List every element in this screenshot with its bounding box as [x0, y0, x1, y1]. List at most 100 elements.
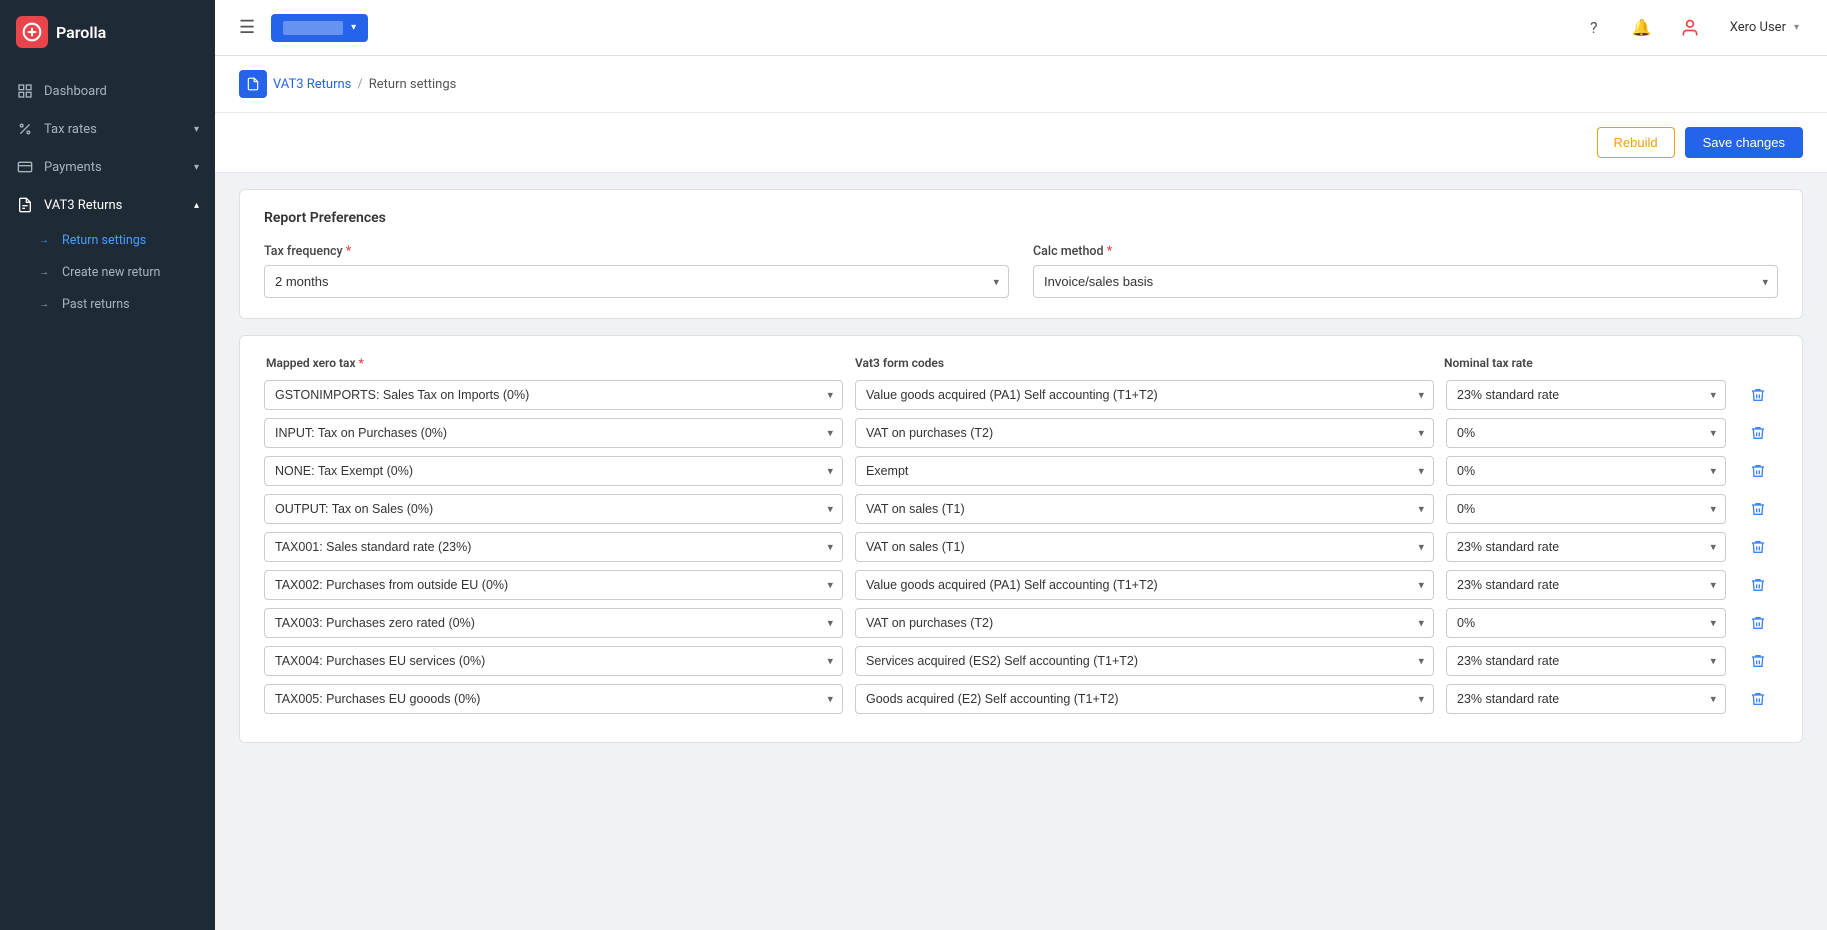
bell-icon: 🔔: [1632, 18, 1652, 37]
nominal-tax-rate-select-1[interactable]: 0% 23% standard rate: [1446, 418, 1726, 448]
report-preferences-title: Report Preferences: [264, 210, 1778, 226]
arrow-right-icon: →: [36, 296, 52, 312]
nominal-tax-rate-select-6[interactable]: 0% 23% standard rate: [1446, 608, 1726, 638]
delete-row-2-button[interactable]: [1738, 459, 1778, 483]
nominal-tax-rate-select-3[interactable]: 0% 23% standard rate: [1446, 494, 1726, 524]
required-indicator: *: [359, 356, 364, 370]
mapped-xero-tax-select-8[interactable]: TAX005: Purchases EU gooods (0%): [264, 684, 843, 714]
breadcrumb: VAT3 Returns / Return settings: [215, 56, 1827, 113]
org-selector-button[interactable]: ▾: [271, 14, 368, 42]
rebuild-button[interactable]: Rebuild: [1597, 127, 1675, 158]
col-header-nominal-tax-rate: Nominal tax rate: [1444, 356, 1724, 370]
mapped-xero-tax-select-1[interactable]: INPUT: Tax on Purchases (0%): [264, 418, 843, 448]
delete-row-8-button[interactable]: [1738, 687, 1778, 711]
nominal-tax-rate-select-wrapper-0: 23% standard rate 0% ▾: [1446, 380, 1726, 410]
nominal-tax-rate-select-5[interactable]: 23% standard rate 0%: [1446, 570, 1726, 600]
sidebar-item-payments[interactable]: Payments ▾: [0, 148, 215, 186]
table-row: NONE: Tax Exempt (0%) ▾ Exempt ▾ 0% 23% …: [264, 456, 1778, 486]
vat3-form-codes-select-4[interactable]: VAT on sales (T1): [855, 532, 1434, 562]
arrow-right-icon: →: [36, 232, 52, 248]
sidebar-item-label: Dashboard: [44, 84, 107, 99]
logo-icon: [16, 16, 48, 48]
notifications-button[interactable]: 🔔: [1626, 12, 1658, 44]
page-content: VAT3 Returns / Return settings Rebuild S…: [215, 56, 1827, 930]
mapped-xero-tax-select-wrapper-0: GSTONIMPORTS: Sales Tax on Imports (0%) …: [264, 380, 843, 410]
vat3-form-codes-select-0[interactable]: Value goods acquired (PA1) Self accounti…: [855, 380, 1434, 410]
breadcrumb-parent-link[interactable]: VAT3 Returns: [273, 77, 351, 92]
topbar: ☰ ▾ ? 🔔 Xero User ▾: [215, 0, 1827, 56]
vat3-form-codes-select-1[interactable]: VAT on purchases (T2): [855, 418, 1434, 448]
sidebar-item-past-returns[interactable]: → Past returns: [0, 288, 215, 320]
mapped-xero-tax-select-4[interactable]: TAX001: Sales standard rate (23%): [264, 532, 843, 562]
sidebar-item-dashboard[interactable]: Dashboard: [0, 72, 215, 110]
delete-row-5-button[interactable]: [1738, 573, 1778, 597]
sidebar-sub-item-label: Return settings: [62, 233, 146, 248]
breadcrumb-current: Return settings: [369, 77, 457, 92]
vat3-form-codes-select-3[interactable]: VAT on sales (T1): [855, 494, 1434, 524]
vat3-form-codes-select-6[interactable]: VAT on purchases (T2): [855, 608, 1434, 638]
help-icon: ?: [1590, 18, 1598, 37]
sidebar-sub-item-label: Past returns: [62, 297, 130, 312]
calc-method-group: Calc method * Invoice/sales basis Cash b…: [1033, 244, 1778, 298]
user-name: Xero User: [1730, 20, 1786, 35]
delete-row-3-button[interactable]: [1738, 497, 1778, 521]
calc-method-select[interactable]: Invoice/sales basis Cash basis: [1033, 265, 1778, 298]
vat3-form-codes-select-wrapper-0: Value goods acquired (PA1) Self accounti…: [855, 380, 1434, 410]
delete-row-0-button[interactable]: [1738, 383, 1778, 407]
main-content: ☰ ▾ ? 🔔 Xero User ▾: [215, 0, 1827, 930]
percent-icon: [16, 120, 34, 138]
nominal-tax-rate-select-4[interactable]: 23% standard rate 0%: [1446, 532, 1726, 562]
col-header-vat3-form-codes: Vat3 form codes: [855, 356, 1432, 370]
col-header-mapped-xero-tax: Mapped xero tax *: [266, 356, 843, 370]
topbar-right: ? 🔔 Xero User ▾: [1578, 12, 1807, 44]
table-row: INPUT: Tax on Purchases (0%) ▾ VAT on pu…: [264, 418, 1778, 448]
vat3-form-codes-select-8[interactable]: Goods acquired (E2) Self accounting (T1+…: [855, 684, 1434, 714]
arrow-right-icon: →: [36, 264, 52, 280]
required-indicator: *: [346, 244, 352, 259]
sidebar-item-return-settings[interactable]: → Return settings: [0, 224, 215, 256]
vat3-form-codes-select-2[interactable]: Exempt: [855, 456, 1434, 486]
app-logo: Parolla: [0, 0, 215, 64]
grid-icon: [16, 82, 34, 100]
mapped-xero-tax-select-5[interactable]: TAX002: Purchases from outside EU (0%): [264, 570, 843, 600]
sidebar-item-create-new-return[interactable]: → Create new return: [0, 256, 215, 288]
mapped-xero-tax-select-2[interactable]: NONE: Tax Exempt (0%): [264, 456, 843, 486]
table-row: TAX003: Purchases zero rated (0%) ▾ VAT …: [264, 608, 1778, 638]
org-name: [283, 21, 343, 35]
mapped-xero-tax-select-3[interactable]: OUTPUT: Tax on Sales (0%): [264, 494, 843, 524]
tax-frequency-select[interactable]: Monthly 2 months Quarterly 6 months Annu…: [264, 265, 1009, 298]
tax-frequency-label: Tax frequency *: [264, 244, 1009, 259]
user-menu[interactable]: Xero User ▾: [1722, 16, 1807, 39]
chevron-down-icon: ▾: [194, 124, 199, 135]
nominal-tax-rate-select-0[interactable]: 23% standard rate 0%: [1446, 380, 1726, 410]
report-preferences-form: Tax frequency * Monthly 2 months Quarter…: [264, 244, 1778, 298]
delete-row-1-button[interactable]: [1738, 421, 1778, 445]
nominal-tax-rate-select-7[interactable]: 23% standard rate 0%: [1446, 646, 1726, 676]
vat3-form-codes-select-5[interactable]: Value goods acquired (PA1) Self accounti…: [855, 570, 1434, 600]
sidebar-item-tax-rates[interactable]: Tax rates ▾: [0, 110, 215, 148]
sidebar-item-vat3-returns[interactable]: VAT3 Returns ▴: [0, 186, 215, 224]
delete-row-7-button[interactable]: [1738, 649, 1778, 673]
vat3-form-codes-select-7[interactable]: Services acquired (ES2) Self accounting …: [855, 646, 1434, 676]
calc-method-label: Calc method *: [1033, 244, 1778, 259]
user-icon-btn[interactable]: [1674, 12, 1706, 44]
help-button[interactable]: ?: [1578, 12, 1610, 44]
table-row: TAX004: Purchases EU services (0%) ▾ Ser…: [264, 646, 1778, 676]
mapped-xero-tax-select-0[interactable]: GSTONIMPORTS: Sales Tax on Imports (0%): [264, 380, 843, 410]
user-chevron-icon: ▾: [1794, 22, 1799, 33]
breadcrumb-separator: /: [357, 77, 362, 92]
breadcrumb-icon: [239, 70, 267, 98]
mapped-xero-tax-select-6[interactable]: TAX003: Purchases zero rated (0%): [264, 608, 843, 638]
tax-frequency-group: Tax frequency * Monthly 2 months Quarter…: [264, 244, 1009, 298]
sidebar-item-label: Tax rates: [44, 122, 97, 137]
save-changes-button[interactable]: Save changes: [1685, 127, 1803, 158]
chevron-down-icon: ▾: [194, 162, 199, 173]
nominal-tax-rate-select-2[interactable]: 0% 23% standard rate: [1446, 456, 1726, 486]
credit-card-icon: [16, 158, 34, 176]
delete-row-6-button[interactable]: [1738, 611, 1778, 635]
delete-row-4-button[interactable]: [1738, 535, 1778, 559]
nominal-tax-rate-select-8[interactable]: 23% standard rate 0%: [1446, 684, 1726, 714]
table-row: TAX005: Purchases EU gooods (0%) ▾ Goods…: [264, 684, 1778, 714]
mapped-xero-tax-select-7[interactable]: TAX004: Purchases EU services (0%): [264, 646, 843, 676]
hamburger-button[interactable]: ☰: [235, 13, 259, 42]
